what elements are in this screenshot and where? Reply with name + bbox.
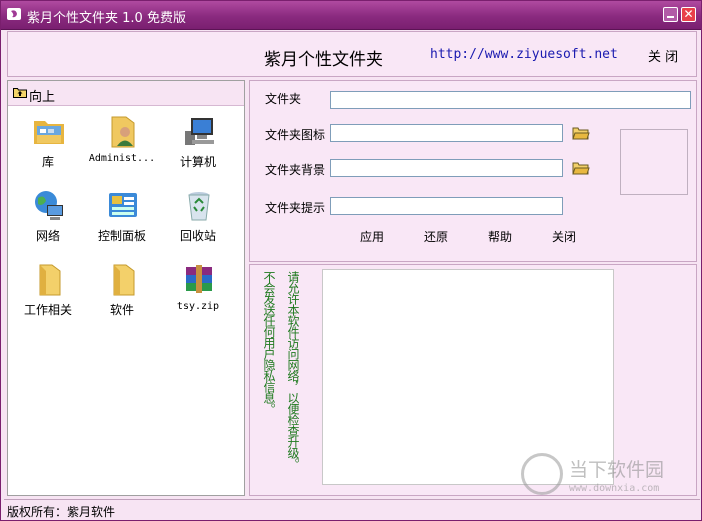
copyright-text: 版权所有：紫月软件 [7, 505, 116, 519]
item-tsy-zip[interactable]: tsy.zip [160, 263, 236, 325]
apply-button[interactable]: 应用 [360, 228, 384, 245]
item-label: 工作相关 [23, 303, 72, 317]
item-software-folder[interactable]: 软件 [84, 263, 160, 325]
header-band: 紫月个性文件夹 http://www.ziyuesoft.net 关 闭 [7, 31, 697, 77]
item-administrator[interactable]: Administ... [84, 115, 160, 177]
app-icon [7, 8, 21, 20]
user-folder-icon [111, 116, 135, 148]
up-label: 向上 [29, 90, 56, 105]
help-button[interactable]: 帮助 [488, 228, 512, 245]
close-button[interactable]: 关闭 [552, 228, 576, 245]
folder-input[interactable] [330, 91, 691, 109]
watermark-url: www.downxia.com [569, 483, 660, 494]
status-bar: 版权所有：紫月软件 [4, 499, 700, 519]
up-button[interactable]: 向上 [8, 81, 244, 106]
website-link[interactable]: http://www.ziyuesoft.net [430, 47, 618, 62]
app-window: 紫月个性文件夹 1.0 免费版 ✕ 紫月个性文件夹 http://www.ziy… [0, 0, 702, 521]
browse-icon-folder-icon[interactable] [572, 125, 590, 141]
item-label: Administ... [88, 153, 156, 164]
minimize-button[interactable] [663, 7, 678, 22]
item-label: 计算机 [179, 155, 216, 169]
control-panel-icon [109, 193, 137, 217]
item-recycle-bin[interactable]: 回收站 [160, 189, 236, 251]
library-icon [34, 121, 64, 144]
network-permission-notice: 请允许本软件访问网络，以便检查升级。 [286, 271, 300, 469]
item-library[interactable]: 库 [10, 115, 86, 177]
folder-browser: 向上 库 Administ... 计算机 网络 控制面板 回收站 工作相关 软件… [7, 80, 245, 496]
folder-tip-label: 文件夹提示 [265, 201, 326, 215]
folder-icon [39, 264, 61, 296]
title-bar[interactable]: 紫月个性文件夹 1.0 免费版 ✕ [1, 1, 701, 30]
app-heading: 紫月个性文件夹 [264, 50, 383, 70]
watermark-logo-icon [521, 453, 563, 495]
browse-background-folder-icon[interactable] [572, 160, 590, 176]
network-icon [35, 191, 63, 220]
item-computer[interactable]: 计算机 [160, 115, 236, 177]
close-window-button[interactable]: ✕ [681, 7, 696, 22]
item-label: tsy.zip [176, 301, 220, 312]
item-work-folder[interactable]: 工作相关 [10, 263, 86, 325]
winrar-archive-icon [186, 265, 212, 293]
restore-button[interactable]: 还原 [424, 228, 448, 245]
folder-label: 文件夹 [265, 92, 302, 106]
computer-icon [185, 118, 214, 145]
item-label: 网络 [35, 229, 60, 243]
item-label: 控制面板 [97, 229, 146, 243]
watermark: 当下软件园 www.downxia.com [521, 453, 691, 501]
window-title: 紫月个性文件夹 1.0 免费版 [27, 11, 186, 26]
item-label: 软件 [109, 303, 134, 317]
privacy-notice: 不会发送任何用户隐私信息。 [262, 271, 276, 414]
item-control-panel[interactable]: 控制面板 [84, 189, 160, 251]
item-network[interactable]: 网络 [10, 189, 86, 251]
folder-icon [113, 264, 135, 296]
item-label: 库 [41, 155, 54, 169]
header-close-button[interactable]: 关 闭 [648, 46, 678, 65]
item-label: 回收站 [179, 229, 216, 243]
watermark-text: 当下软件园 [569, 459, 665, 481]
recycle-bin-icon [188, 192, 210, 221]
folder-background-label: 文件夹背景 [265, 163, 326, 177]
icon-preview [620, 129, 688, 195]
folder-icon-label: 文件夹图标 [265, 128, 326, 142]
folder-settings-form: 文件夹 文件夹图标 文件夹背景 文件夹提示 应用 还原 帮助 关闭 [249, 80, 697, 262]
folder-icon-input[interactable] [330, 124, 563, 142]
folder-background-input[interactable] [330, 159, 563, 177]
folder-up-icon [13, 88, 27, 98]
folder-tip-input[interactable] [330, 197, 563, 215]
